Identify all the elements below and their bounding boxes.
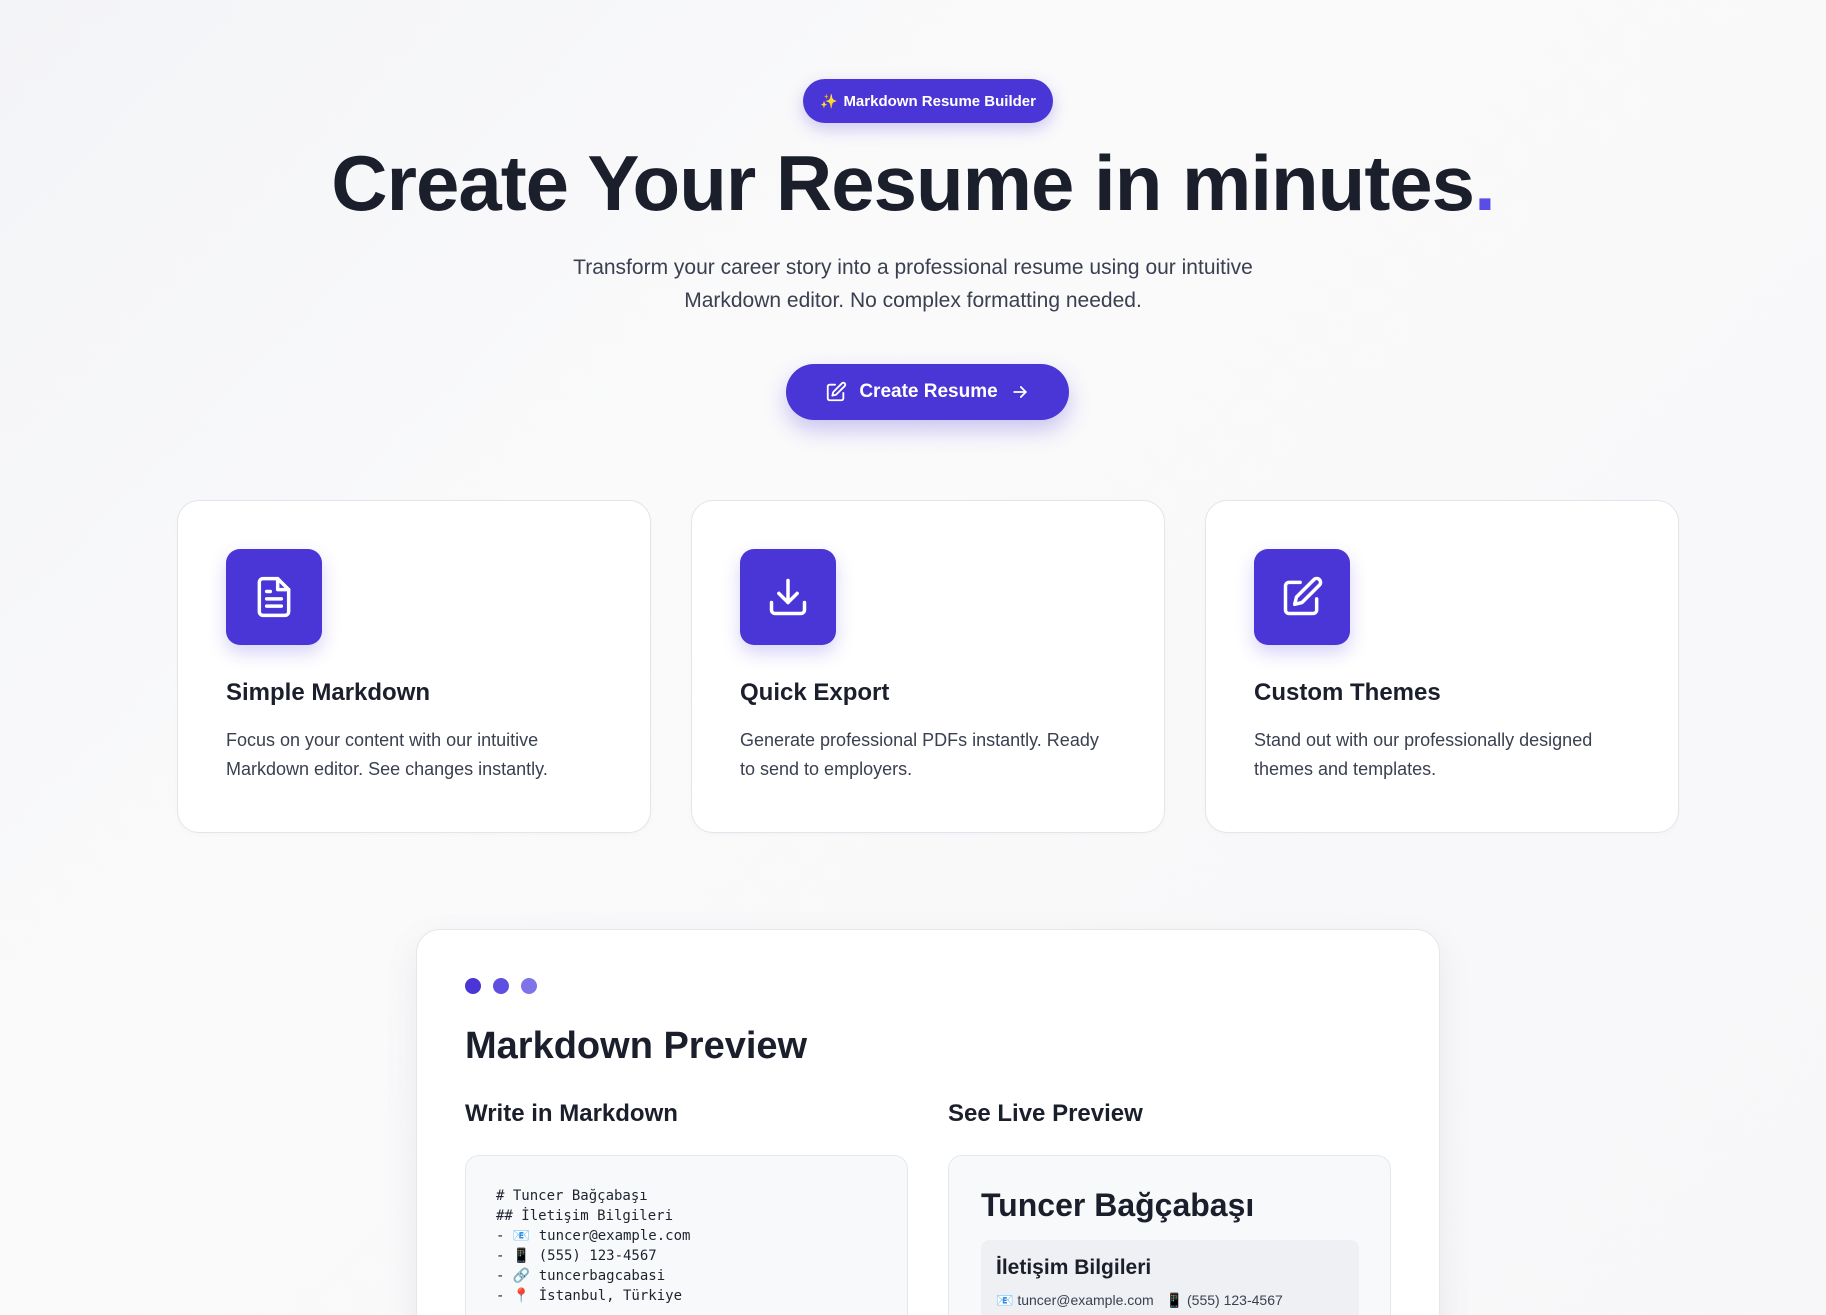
feature-title: Quick Export — [740, 679, 890, 706]
edit-icon — [825, 381, 847, 403]
markdown-preview-panel: Markdown Preview Write in Markdown See L… — [416, 929, 1440, 1315]
window-dot-1 — [465, 978, 481, 994]
create-resume-label: Create Resume — [859, 381, 998, 402]
code-line: # Tuncer Bağçabaşı — [496, 1188, 648, 1204]
contact-section-title: İletişim Bilgileri — [996, 1256, 1152, 1279]
title-dot: . — [1474, 139, 1496, 227]
subtitle-line-2: Markdown editor. No complex formatting n… — [684, 289, 1142, 312]
markdown-editor[interactable]: # Tuncer Bağçabaşı ## İletişim Bilgileri… — [465, 1155, 908, 1315]
contact-row: 📧 tuncer@example.com 📱 (555) 123-4567 — [996, 1292, 1283, 1309]
feature-description: Stand out with our professionally design… — [1254, 726, 1644, 784]
description-line-2: to send to employers. — [740, 759, 913, 779]
sparkles-icon: ✨ — [820, 92, 838, 109]
resume-name: Tuncer Bağçabaşı — [981, 1187, 1255, 1223]
contact-section: İletişim Bilgileri 📧 tuncer@example.com … — [981, 1240, 1359, 1315]
feature-card-quick-export: Quick Export Generate professional PDFs … — [691, 500, 1165, 833]
description-line-1: Focus on your content with our intuitive — [226, 730, 539, 750]
download-icon — [740, 549, 836, 645]
description-line-1: Stand out with our professionally design… — [1254, 730, 1593, 750]
arrow-right-icon — [1010, 382, 1030, 402]
description-line-2: Markdown editor. See changes instantly. — [226, 759, 548, 779]
create-resume-button[interactable]: Create Resume — [786, 364, 1069, 420]
description-line-2: themes and templates. — [1254, 759, 1437, 779]
write-markdown-heading: Write in Markdown — [465, 1100, 678, 1127]
code-line: ## İletişim Bilgileri — [496, 1208, 674, 1224]
badge-label: Markdown Resume Builder — [843, 92, 1036, 110]
contact-phone: 📱 (555) 123-4567 — [1165, 1292, 1283, 1308]
code-line: - 📧 tuncer@example.com — [496, 1228, 691, 1244]
feature-description: Generate professional PDFs instantly. Re… — [740, 726, 1130, 784]
title-text: Create Your Resume in minutes — [331, 139, 1475, 227]
window-dots — [465, 978, 537, 994]
code-line: - 📍 İstanbul, Türkiye — [496, 1288, 683, 1304]
window-dot-2 — [493, 978, 509, 994]
feature-title: Simple Markdown — [226, 679, 431, 706]
page-title: Create Your Resume in minutes. — [0, 138, 1826, 229]
live-preview: Tuncer Bağçabaşı İletişim Bilgileri 📧 tu… — [948, 1155, 1391, 1315]
code-line: - 🔗 tuncerbagcabasi — [496, 1268, 666, 1284]
feature-description: Focus on your content with our intuitive… — [226, 726, 616, 784]
description-line-1: Generate professional PDFs instantly. Re… — [740, 730, 1099, 750]
preview-title: Markdown Preview — [465, 1025, 808, 1067]
code-line: - 📱 (555) 123-4567 — [496, 1248, 657, 1264]
hero-badge: ✨ Markdown Resume Builder — [803, 79, 1053, 123]
live-preview-heading: See Live Preview — [948, 1100, 1143, 1127]
hero-subtitle: Transform your career story into a profe… — [563, 251, 1263, 317]
contact-email: 📧 tuncer@example.com — [996, 1292, 1154, 1308]
feature-card-simple-markdown: Simple Markdown Focus on your content wi… — [177, 500, 651, 833]
window-dot-3 — [521, 978, 537, 994]
file-text-icon — [226, 549, 322, 645]
feature-card-custom-themes: Custom Themes Stand out with our profess… — [1205, 500, 1679, 833]
edit-icon — [1254, 549, 1350, 645]
subtitle-line-1: Transform your career story into a profe… — [573, 256, 1253, 279]
feature-title: Custom Themes — [1254, 679, 1441, 706]
